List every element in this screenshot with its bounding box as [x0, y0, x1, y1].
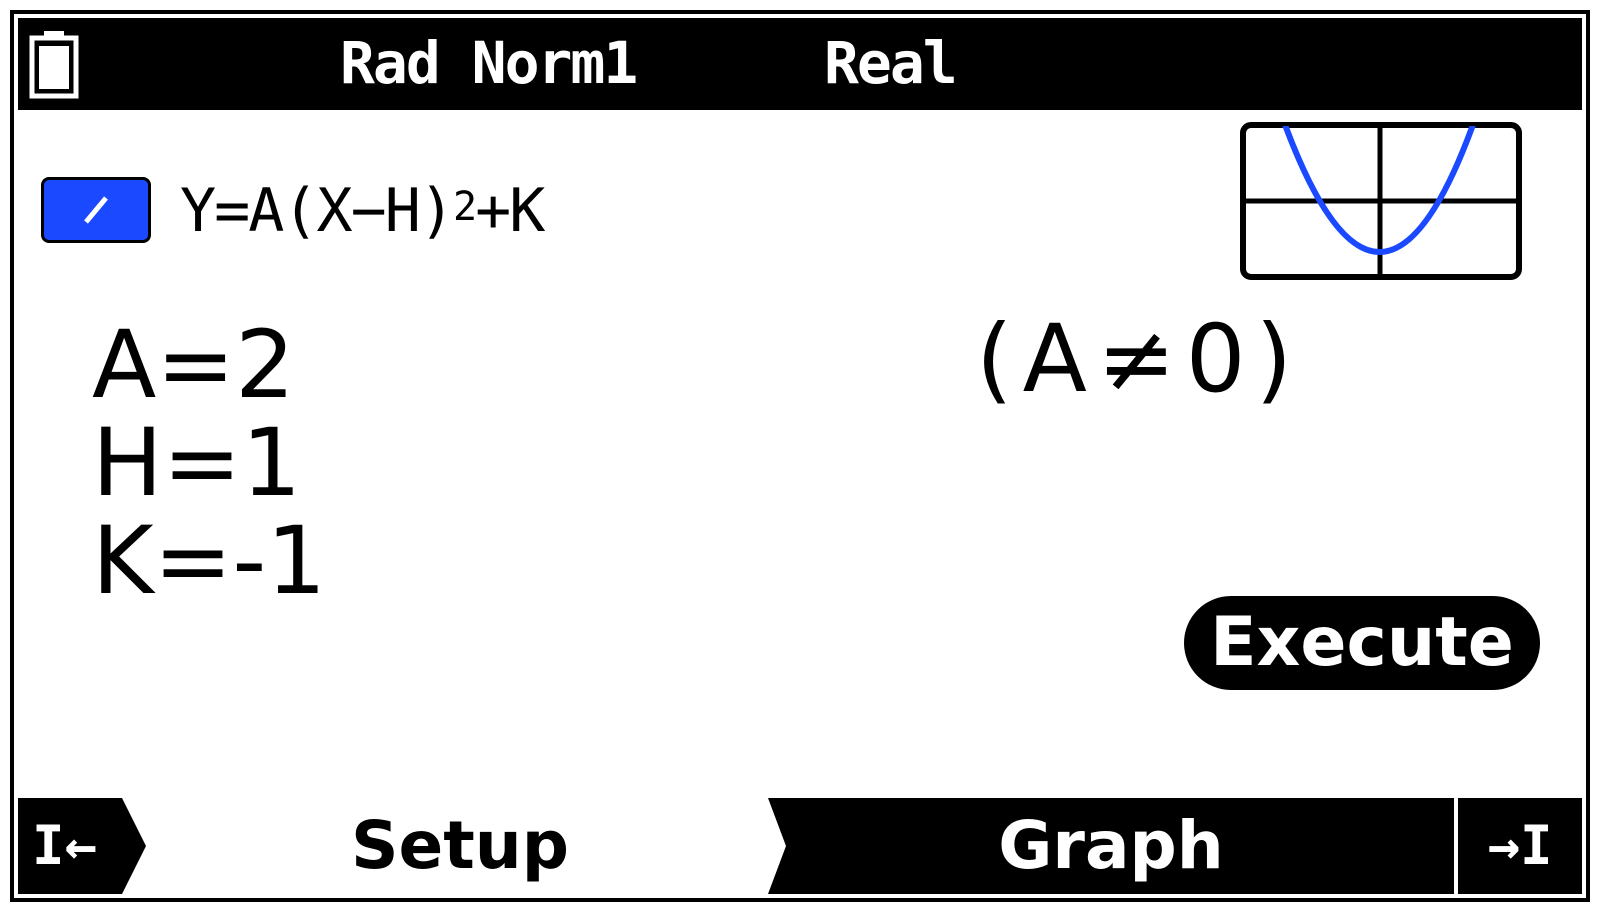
parameter-k[interactable]: K=-1 [92, 512, 326, 612]
constraint-note: (A≠0) [976, 305, 1303, 414]
tab-setup[interactable]: Setup [146, 798, 774, 894]
equation-formula: Y=A(X−H)2+K [180, 176, 545, 246]
graph-line-icon [84, 196, 108, 224]
tab-next-button[interactable]: →I [1458, 798, 1582, 894]
tab-prev-button[interactable]: I← [18, 798, 146, 894]
calculator-screen: Rad Norm1 Real Y=A(X−H)2+K A=2 H=1 K=-1 … [10, 10, 1590, 902]
complex-mode-indicator: Real [824, 29, 958, 97]
angle-mode-indicator: Rad Norm1 [340, 29, 638, 97]
parabola-preview-icon [1240, 122, 1522, 280]
equation-suffix: +K [475, 176, 545, 246]
parameter-h[interactable]: H=1 [92, 414, 301, 514]
status-bar: Rad Norm1 Real [18, 18, 1582, 110]
graph-toggle-button[interactable] [41, 177, 151, 243]
tab-bar: I← Setup Graph →I [18, 798, 1582, 894]
equation-exponent: 2 [452, 184, 477, 230]
execute-button[interactable]: Execute [1184, 596, 1540, 690]
battery-icon [28, 30, 80, 104]
tab-graph[interactable]: Graph [768, 798, 1454, 894]
equation-prefix: Y=A(X−H) [180, 176, 455, 246]
parameter-a[interactable]: A=2 [92, 316, 295, 416]
